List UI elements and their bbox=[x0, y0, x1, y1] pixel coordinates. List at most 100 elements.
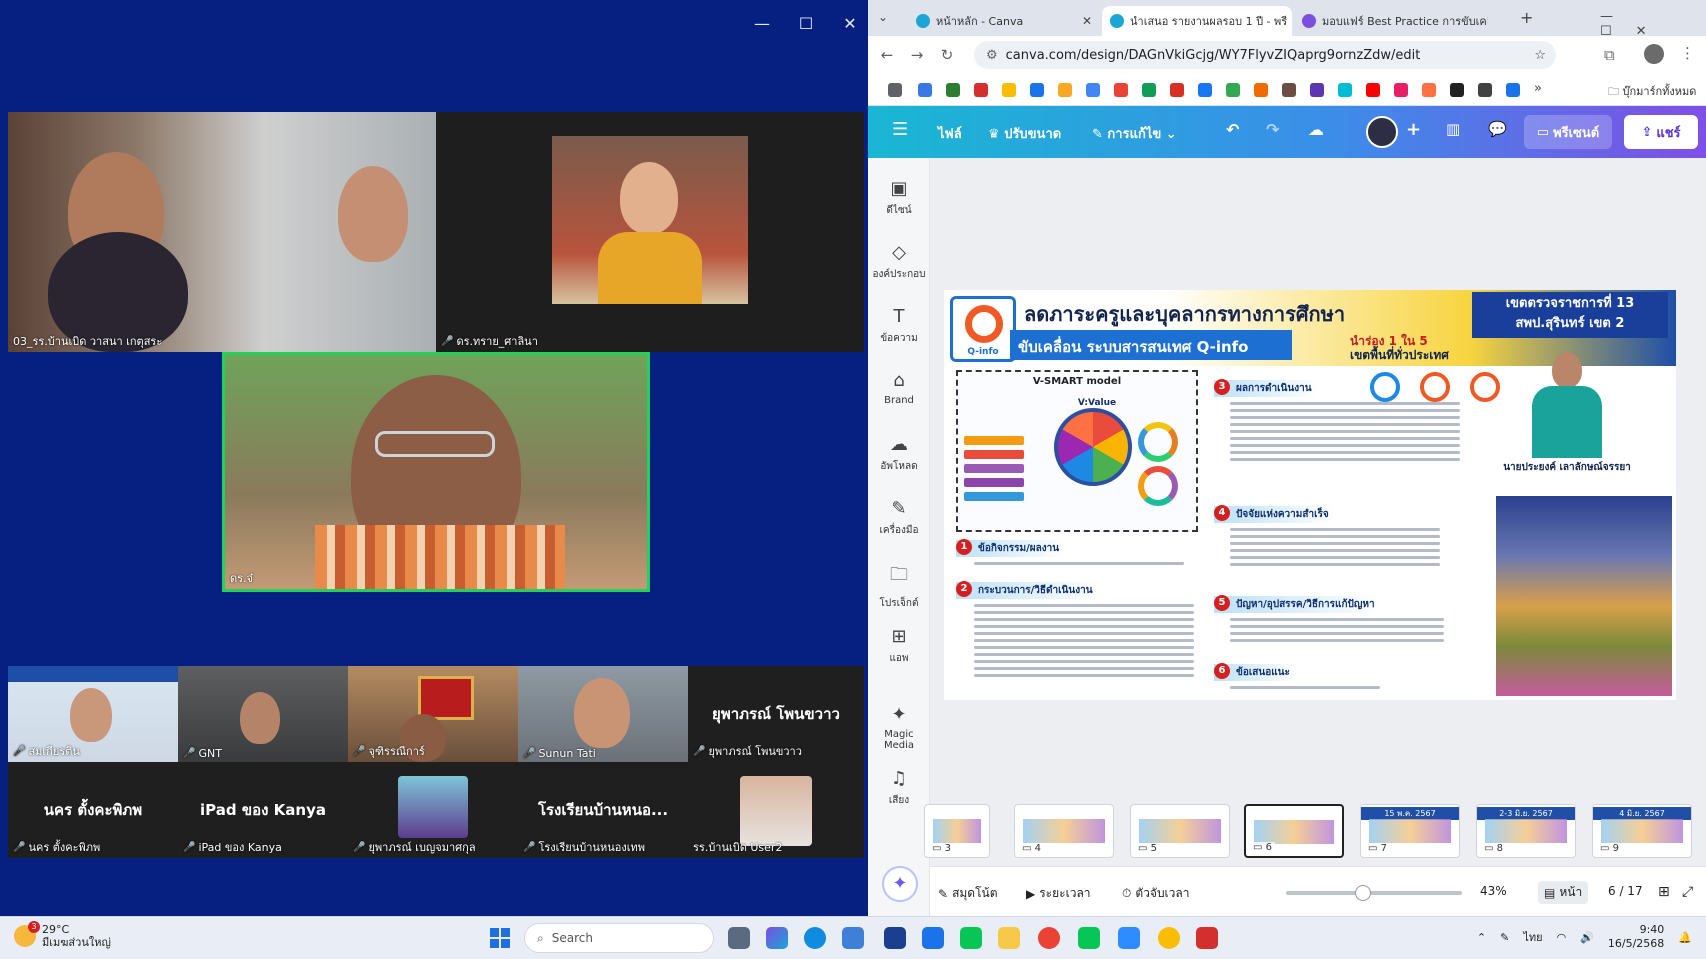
video-tile-off[interactable]: ยุพาภรณ์ โพนขวาว 🎤 ยุพาภรณ์ โพนขวาว bbox=[688, 666, 864, 762]
video-tile[interactable]: 03_รร.บ้านเบิด วาสนา เกตุสระ bbox=[8, 112, 436, 352]
grid-view-icon[interactable]: ⊞ bbox=[1658, 884, 1670, 900]
url-input[interactable]: ⚙ canva.com/design/DAGnVkiGcjg/WY7FlyvZI… bbox=[974, 41, 1556, 69]
zoom-app-icon[interactable] bbox=[1118, 927, 1140, 949]
chrome-active-icon[interactable] bbox=[1158, 927, 1180, 949]
redo-icon[interactable]: ↷ bbox=[1266, 120, 1279, 139]
video-tile[interactable]: 🎤 Sunun Tati bbox=[518, 666, 688, 762]
new-tab-icon[interactable]: + bbox=[1520, 8, 1533, 27]
bookmark-star-icon[interactable]: ☆ bbox=[1534, 48, 1546, 63]
thumbnail[interactable]: ▭ 3 bbox=[924, 804, 990, 858]
rail-design[interactable]: ▣ ดีไซน์ bbox=[868, 178, 930, 218]
extensions-icon[interactable]: ⧉ bbox=[1604, 46, 1615, 64]
all-bookmarks[interactable]: 🗀 บุ๊กมาร์กทั้งหมด bbox=[1608, 82, 1696, 102]
edit-menu[interactable]: ✎ การแก้ไข ⌄ bbox=[1092, 123, 1177, 144]
video-tile[interactable]: 🎤 สมเกียรติน bbox=[8, 666, 178, 762]
minimize-button[interactable]: — bbox=[754, 14, 770, 33]
thumbnail[interactable]: 15 พ.ค. 2567 ▭ 7 bbox=[1360, 804, 1460, 858]
cloud-sync-icon[interactable]: ☁ bbox=[1308, 120, 1324, 139]
fullscreen-icon[interactable]: ⤢ bbox=[1682, 884, 1693, 900]
bookmark-icon[interactable] bbox=[1142, 83, 1156, 97]
bookmark-icon[interactable] bbox=[1114, 83, 1128, 97]
rail-audio[interactable]: ♫ เสียง bbox=[868, 768, 930, 808]
zoom-slider-handle[interactable] bbox=[1355, 885, 1371, 901]
site-info-icon[interactable]: ⚙ bbox=[986, 48, 998, 63]
rail-text[interactable]: T ข้อความ bbox=[868, 306, 930, 346]
start-button[interactable] bbox=[490, 928, 510, 948]
video-tile[interactable]: 🎤 GNT bbox=[178, 666, 348, 762]
close-button[interactable]: ✕ bbox=[842, 14, 858, 33]
slide[interactable]: Q-info ลดภาระครูและบุคลากรทางการศึกษา ขั… bbox=[944, 290, 1676, 700]
resize-menu[interactable]: ♛ ปรับขนาด bbox=[988, 123, 1061, 144]
video-tile[interactable]: 🎤 ดร.ทราย_ศาลินา bbox=[436, 112, 864, 352]
bookmark-icon[interactable] bbox=[1058, 83, 1072, 97]
rail-magic-media[interactable]: ✦ Magic Media bbox=[868, 704, 930, 751]
profile-avatar[interactable] bbox=[1644, 44, 1664, 64]
notes-button[interactable]: ✎ สมุดโน้ต bbox=[938, 884, 998, 903]
thumbnail[interactable]: 2-3 มิ.ย. 2567 ▭ 8 bbox=[1476, 804, 1576, 858]
tab-search-icon[interactable]: ⌄ bbox=[878, 10, 888, 24]
video-tile[interactable]: 🎤 จุฑิรรณีการ์ bbox=[348, 666, 518, 762]
browser-window-controls[interactable]: —☐✕ bbox=[1600, 9, 1706, 39]
bookmark-icon[interactable] bbox=[1226, 83, 1240, 97]
clock[interactable]: 9:40 16/5/2568 bbox=[1608, 923, 1664, 951]
comment-icon[interactable]: 💬 bbox=[1488, 120, 1507, 138]
zoom-level[interactable]: 43% bbox=[1480, 884, 1507, 898]
chrome-icon[interactable] bbox=[1038, 927, 1060, 949]
reload-icon[interactable]: ↻ bbox=[932, 46, 962, 64]
rail-elements[interactable]: ◇ องค์ประกอบ bbox=[868, 242, 930, 282]
bookmark-icon[interactable] bbox=[1394, 83, 1408, 97]
magic-assistant-button[interactable]: ✦ bbox=[882, 866, 918, 902]
video-tile-off[interactable]: รร.บ้านเบิด User2 bbox=[688, 762, 864, 858]
bookmark-icon[interactable] bbox=[1422, 83, 1436, 97]
zoom-slider[interactable] bbox=[1286, 885, 1462, 901]
share-button[interactable]: ⇪ แชร์ bbox=[1624, 115, 1698, 149]
facebook-icon[interactable] bbox=[1198, 83, 1212, 97]
bookmark-icon[interactable] bbox=[1450, 83, 1464, 97]
edge-icon[interactable] bbox=[804, 927, 826, 949]
maximize-button[interactable]: ☐ bbox=[798, 14, 814, 33]
duration-button[interactable]: ▶ ระยะเวลา bbox=[1026, 884, 1091, 903]
more-bookmarks-icon[interactable]: » bbox=[1534, 81, 1542, 96]
collaborator-avatar[interactable] bbox=[1366, 116, 1398, 148]
menu-icon[interactable]: ⋮ bbox=[1680, 44, 1695, 62]
taskbar-search[interactable]: ⌕ Search bbox=[524, 923, 714, 953]
tab-canva-home[interactable]: หน้าหลัก - Canva ✕ bbox=[908, 6, 1100, 36]
present-button[interactable]: ▭ พรีเซนต์ bbox=[1524, 115, 1612, 149]
bookmark-icon[interactable] bbox=[1338, 83, 1352, 97]
bookmark-icon[interactable] bbox=[1478, 83, 1492, 97]
analytics-icon[interactable]: ▥ bbox=[1446, 120, 1460, 138]
volume-icon[interactable]: 🔊 bbox=[1580, 931, 1594, 944]
bookmark-icon[interactable] bbox=[1086, 83, 1100, 97]
close-tab-icon[interactable]: ✕ bbox=[1082, 14, 1092, 28]
bookmark-icon[interactable] bbox=[1254, 83, 1268, 97]
bookmark-icon[interactable] bbox=[1002, 83, 1016, 97]
store-icon[interactable] bbox=[842, 927, 864, 949]
thumbnail[interactable]: 4 มิ.ย. 2567 ▭ 9 bbox=[1592, 804, 1692, 858]
bookmark-icon[interactable] bbox=[1170, 83, 1184, 97]
rail-projects[interactable]: 🗀 โปรเจ็กต์ bbox=[868, 562, 930, 611]
video-tile-off[interactable]: 🎤 ยุพาภรณ์ เบญจมาศกุล bbox=[348, 762, 518, 858]
bookmark-icon[interactable] bbox=[1030, 83, 1044, 97]
tray-chevron-icon[interactable]: ⌃ bbox=[1477, 931, 1486, 944]
active-speaker-tile[interactable]: ดร.จ๋ bbox=[222, 352, 650, 592]
bookmark-icon[interactable] bbox=[1282, 83, 1296, 97]
file-menu[interactable]: ไฟล์ bbox=[938, 123, 962, 144]
acrobat-icon[interactable] bbox=[1196, 927, 1218, 949]
rail-apps[interactable]: ⊞ แอพ bbox=[868, 626, 930, 666]
app-icon[interactable] bbox=[922, 927, 944, 949]
file-explorer-icon[interactable] bbox=[998, 927, 1020, 949]
tab-canva-design[interactable]: นำเสนอ รายงานผลรอบ 1 ปี - พรี ✕ bbox=[1102, 6, 1292, 36]
thumbnail[interactable]: ▭ 5 bbox=[1130, 804, 1230, 858]
thumbnail[interactable]: ▭ 4 bbox=[1014, 804, 1114, 858]
rail-brand[interactable]: ⌂ Brand bbox=[868, 370, 930, 406]
hamburger-menu-icon[interactable]: ☰ bbox=[892, 119, 908, 140]
input-language[interactable]: ไทย bbox=[1523, 928, 1542, 946]
add-collaborator-icon[interactable]: + bbox=[1406, 119, 1421, 140]
apps-icon[interactable] bbox=[888, 83, 902, 97]
bookmark-icon[interactable] bbox=[946, 83, 960, 97]
pages-button[interactable]: ▤ หน้า bbox=[1538, 881, 1589, 904]
video-tile-off[interactable]: โรงเรียนบ้านหนอ... 🎤 โรงเรียนบ้านหนองเทพ bbox=[518, 762, 688, 858]
thumbnail-current[interactable]: ▭ 6 bbox=[1244, 804, 1344, 858]
back-icon[interactable]: ← bbox=[872, 46, 902, 64]
wifi-icon[interactable]: ◠ bbox=[1557, 931, 1567, 944]
